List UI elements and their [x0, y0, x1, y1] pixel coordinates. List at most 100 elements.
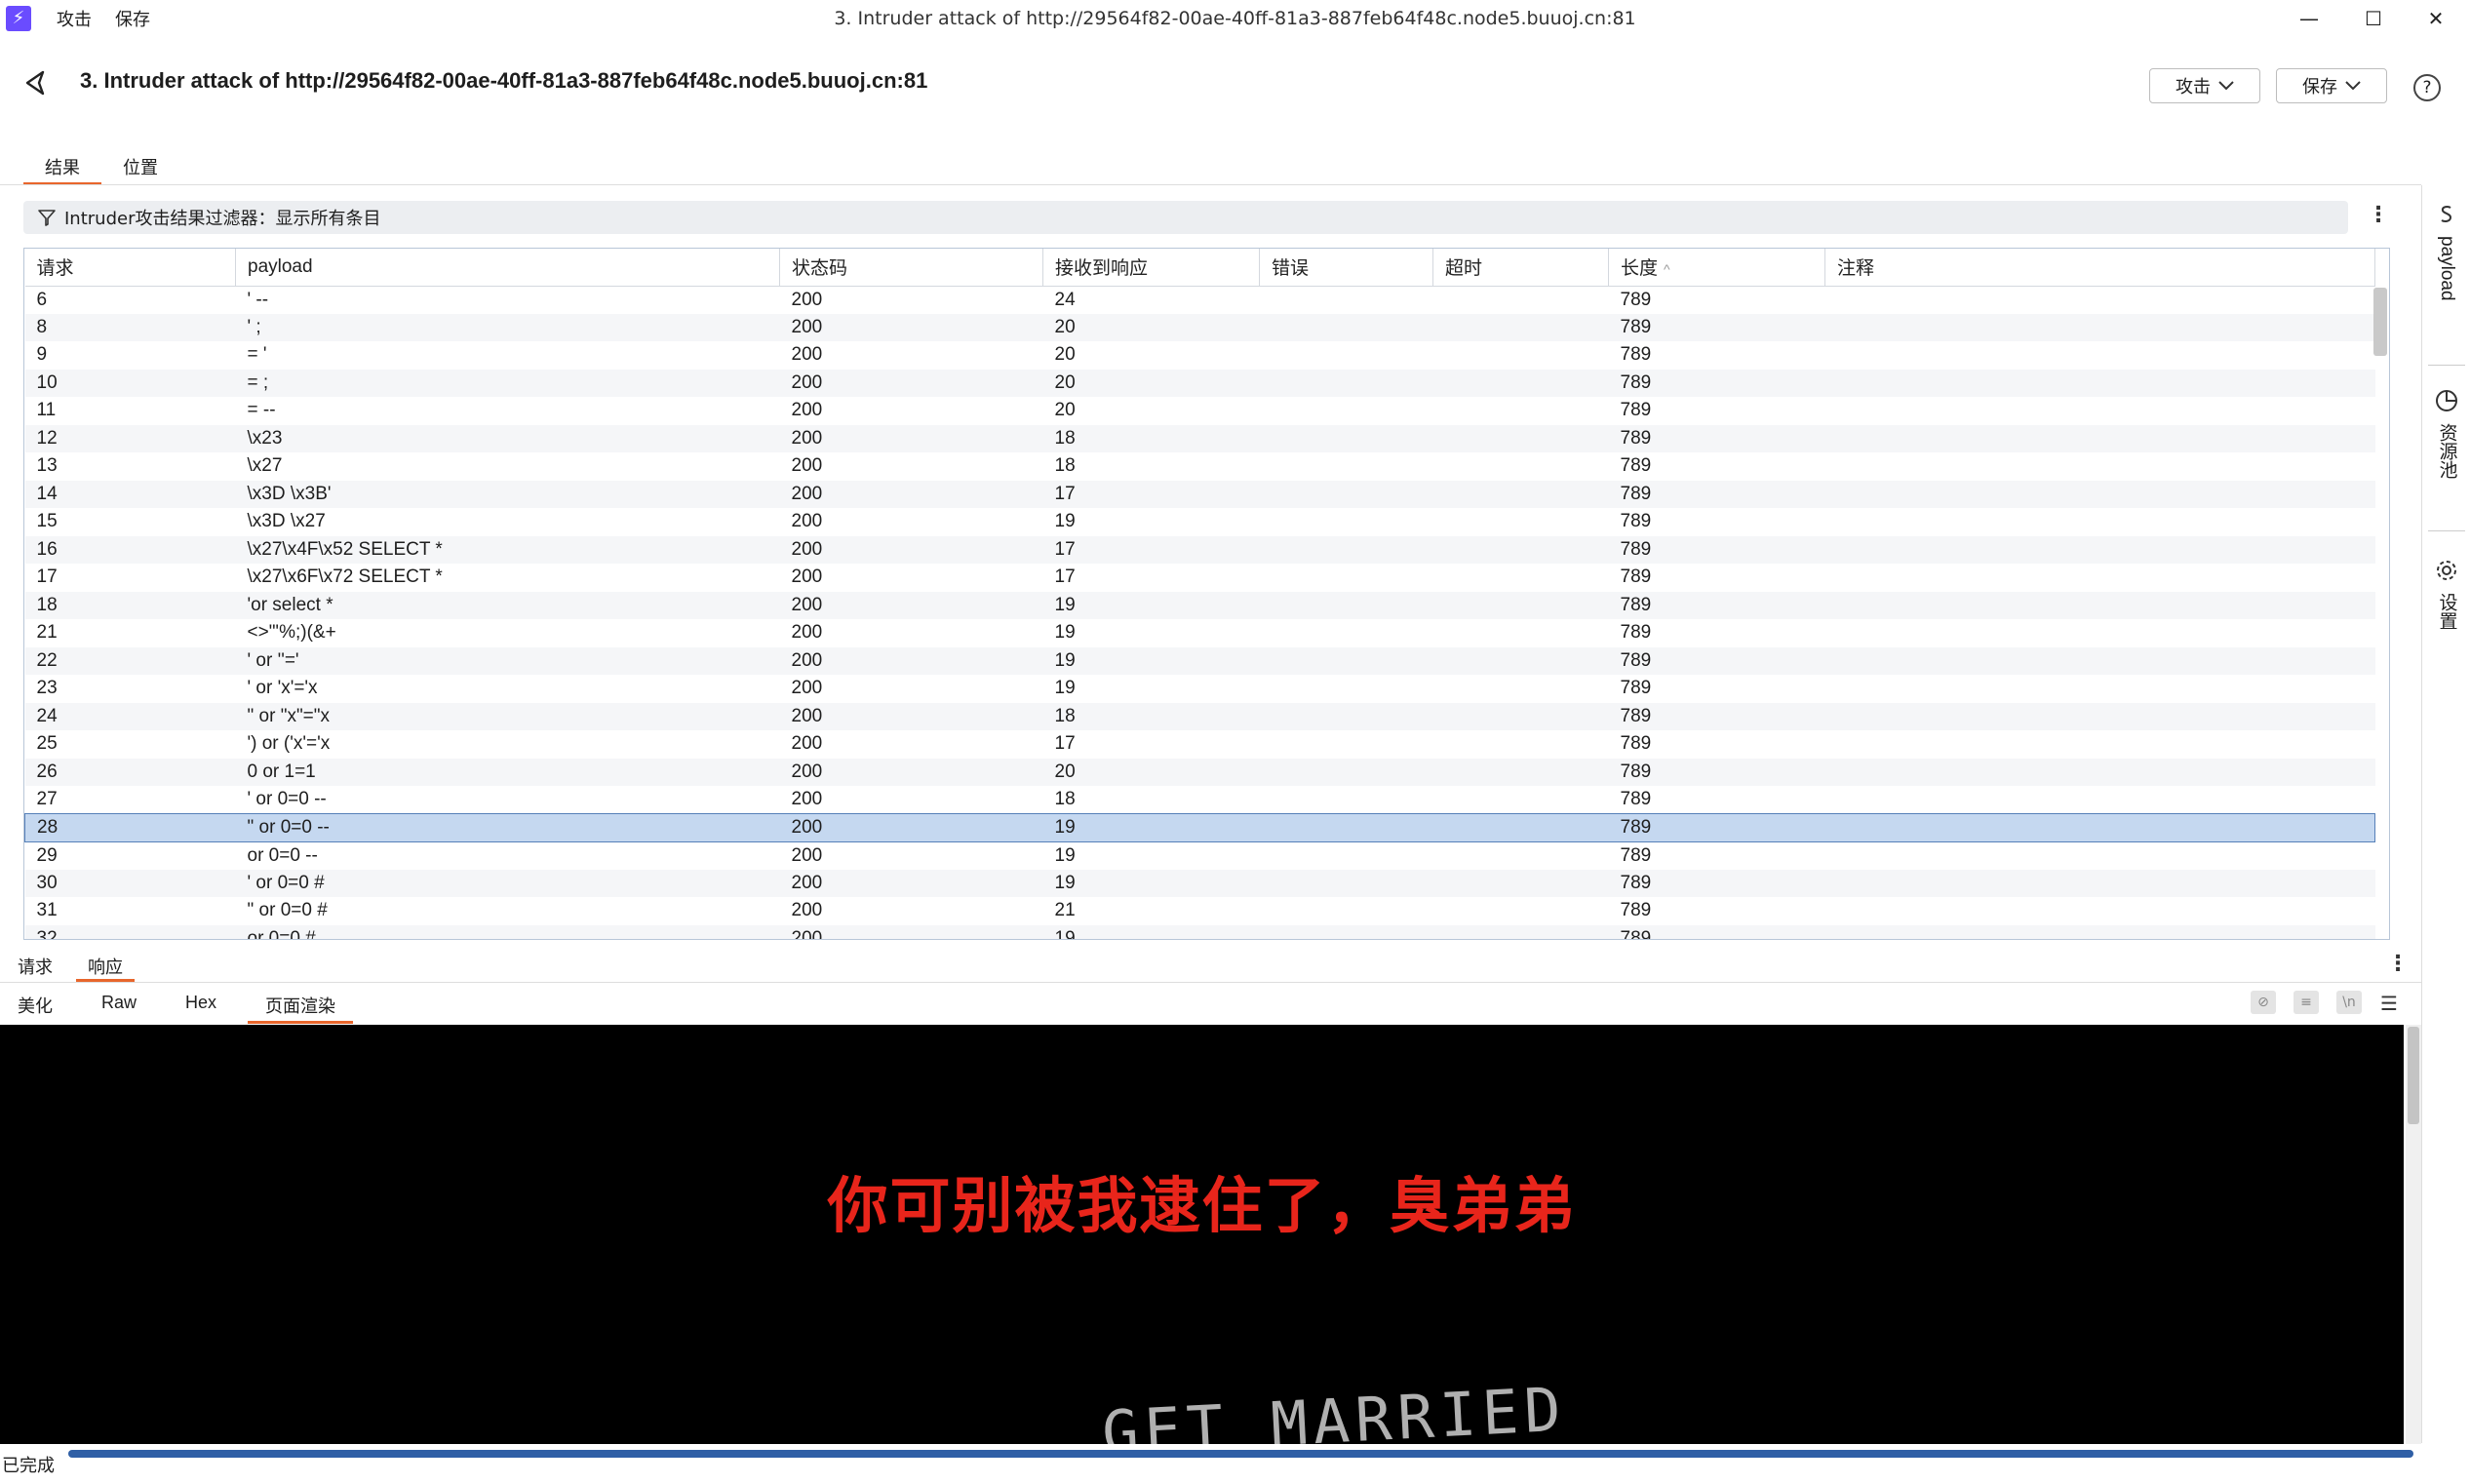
- timeout-cell: [1432, 702, 1609, 730]
- error-cell: [1260, 675, 1433, 703]
- payload-cell: \x3D \x27: [247, 511, 326, 532]
- gear-icon: [2437, 561, 2456, 580]
- tab-request[interactable]: 请求: [0, 948, 70, 982]
- timeout-cell: [1433, 564, 1609, 592]
- right-sidebar: payload 资源池 设置: [2421, 185, 2470, 1443]
- table-row[interactable]: 26 0 or 1=1 200 20 789: [24, 758, 2375, 786]
- timeout-cell: [1432, 924, 1609, 939]
- error-cell: [1260, 897, 1433, 925]
- col-error[interactable]: 错误: [1259, 249, 1433, 287]
- page-title: 3. Intruder attack of http://29564f82-00…: [80, 68, 928, 93]
- table-row[interactable]: 16 \x27\x4F\x52 SELECT * 200 17 789: [24, 535, 2375, 564]
- menu-icon[interactable]: ☰: [2379, 989, 2399, 1018]
- timeout-cell: [1433, 397, 1609, 425]
- clock-icon: [2436, 390, 2457, 411]
- sidebar-item-settings[interactable]: 设置: [2422, 558, 2470, 630]
- minimize-button[interactable]: —: [2278, 0, 2340, 37]
- sidebar-item-resource-pool[interactable]: 资源池: [2422, 388, 2470, 479]
- table-row[interactable]: 25 ') or ('x'='x 200 17 789: [25, 730, 2375, 759]
- sort-ascending-icon: ^: [1664, 261, 1670, 278]
- request-cell: 31: [36, 900, 58, 921]
- table-row[interactable]: 28 " or 0=0 -- 200 19 789: [24, 813, 2375, 842]
- render-scrollbar-thumb[interactable]: [2408, 1027, 2419, 1124]
- error-cell: [1259, 646, 1433, 675]
- sidebar-item-payload[interactable]: payload: [2422, 203, 2470, 301]
- attack-button[interactable]: 攻击: [2149, 68, 2260, 103]
- response-cell: 19: [1042, 813, 1260, 842]
- maximize-button[interactable]: ☐: [2342, 0, 2405, 37]
- table-row[interactable]: 11 = -- 200 20 789: [25, 397, 2375, 425]
- response-cell: 20: [1054, 400, 1076, 421]
- comment-cell: [1825, 841, 2375, 870]
- table-row[interactable]: 24 " or "x"="x 200 18 789: [24, 702, 2375, 730]
- response-cell: 20: [1054, 344, 1076, 366]
- table-row[interactable]: 14 \x3D \x3B' 200 17 789: [24, 480, 2375, 508]
- col-timeout[interactable]: 超时: [1432, 249, 1609, 287]
- table-row[interactable]: 10 = ; 200 20 789: [24, 369, 2375, 397]
- col-response-received[interactable]: 接收到响应: [1042, 249, 1260, 287]
- table-row[interactable]: 12 \x23 200 18 789: [24, 424, 2375, 452]
- table-row[interactable]: 9 = ' 200 20 789: [25, 341, 2375, 370]
- col-length[interactable]: 长度 ^: [1608, 249, 1825, 287]
- table-row[interactable]: 27 ' or 0=0 -- 200 18 789: [25, 786, 2375, 814]
- length-cell: 789: [1608, 480, 1825, 508]
- table-row[interactable]: 31 " or 0=0 # 200 21 789: [25, 897, 2375, 925]
- request-cell: 21: [36, 622, 58, 644]
- tab-hex[interactable]: Hex: [168, 987, 234, 1024]
- table-row[interactable]: 30 ' or 0=0 #200 19 789: [24, 869, 2375, 897]
- length-cell: 789: [1620, 844, 1652, 866]
- table-row[interactable]: 22 ' or ''=' 200 19 789: [24, 646, 2375, 675]
- tab-positions[interactable]: 位置: [101, 146, 179, 185]
- table-row[interactable]: 8 ' ; 200 20 789: [24, 313, 2375, 341]
- error-cell: [1260, 508, 1433, 536]
- more-options-icon[interactable]: ⋮: [2368, 201, 2389, 230]
- table-row[interactable]: 18'or select * 200 19 789: [24, 591, 2375, 619]
- error-cell: [1259, 702, 1433, 730]
- error-cell: [1259, 424, 1433, 452]
- request-cell: 16: [24, 535, 236, 564]
- wrap-lines-icon[interactable]: ≡: [2294, 991, 2319, 1014]
- help-icon[interactable]: ?: [2413, 74, 2441, 101]
- close-button[interactable]: ✕: [2405, 0, 2467, 37]
- request-cell: 12: [24, 424, 236, 452]
- table-row[interactable]: 29 or 0=0 -- 200 19 789: [25, 841, 2375, 870]
- table-row[interactable]: 17 \x27\x6F\x72 SELECT * 200 17 789: [25, 564, 2375, 592]
- tab-render[interactable]: 页面渲染: [248, 987, 354, 1024]
- tab-pretty[interactable]: 美化: [0, 987, 70, 1024]
- back-icon[interactable]: [21, 68, 51, 98]
- col-payload[interactable]: payload: [235, 249, 780, 287]
- save-button[interactable]: 保存: [2276, 68, 2387, 103]
- table-row[interactable]: 21 <>"'%;)(&+ 200 19 789: [25, 619, 2375, 647]
- sidebar-label-settings: 设置: [2436, 593, 2457, 630]
- table-row[interactable]: 23 ' or 'x'='x 200 19 789: [25, 675, 2375, 703]
- length-cell: 789: [1620, 789, 1652, 809]
- timeout-cell: [1433, 730, 1609, 759]
- tab-raw[interactable]: Raw: [84, 987, 154, 1024]
- col-comment[interactable]: 注释: [1824, 249, 2375, 287]
- timeout-cell: [1432, 646, 1609, 675]
- col-request[interactable]: 请求: [24, 249, 236, 287]
- more-options-icon[interactable]: ⋮: [2387, 950, 2409, 979]
- hide-icon[interactable]: ⊘: [2251, 991, 2276, 1014]
- results-filter-bar[interactable]: Intruder攻击结果过滤器：显示所有条目: [23, 201, 2348, 234]
- table-row[interactable]: 32 or 0=0 #200 19 789: [24, 924, 2375, 939]
- response-cell: 17: [1054, 566, 1076, 588]
- table-row[interactable]: 13 \x27 200 18 789: [25, 452, 2375, 481]
- newline-icon[interactable]: \n: [2336, 991, 2362, 1014]
- error-cell: [1260, 286, 1433, 314]
- payload-cell: \x27\x4F\x52 SELECT *: [235, 535, 780, 564]
- comment-cell: [1825, 508, 2375, 536]
- request-cell: 15: [36, 511, 58, 532]
- table-row[interactable]: 6 ' -- 200 24 789: [25, 286, 2375, 314]
- tab-response[interactable]: 响应: [70, 948, 140, 982]
- table-row[interactable]: 15 \x3D \x27 200 19 789: [25, 508, 2375, 536]
- col-status[interactable]: 状态码: [779, 249, 1043, 287]
- timeout-cell: [1432, 758, 1609, 786]
- payload-cell: ' or ''=': [235, 646, 780, 675]
- app-logo-icon: ⚡: [6, 6, 31, 31]
- tab-results[interactable]: 结果: [23, 146, 101, 185]
- payload-icon: [2441, 206, 2452, 222]
- menu-save[interactable]: 保存: [115, 6, 150, 31]
- menu-attack[interactable]: 攻击: [57, 6, 92, 31]
- table-scrollbar[interactable]: [2373, 288, 2387, 356]
